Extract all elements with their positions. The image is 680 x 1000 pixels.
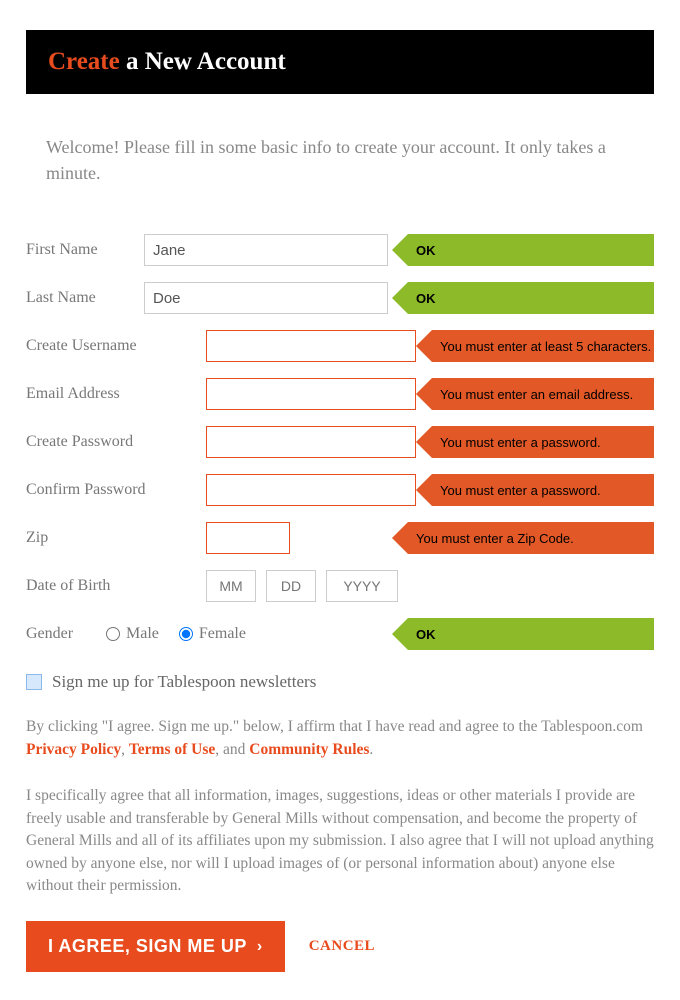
terms-of-use-link[interactable]: Terms of Use <box>129 741 215 758</box>
page-title-accent: Create <box>48 48 120 75</box>
gender-male-label: Male <box>126 625 159 643</box>
row-newsletter: Sign me up for Tablespoon newsletters <box>26 672 654 692</box>
legal-para-1: By clicking "I agree. Sign me up." below… <box>26 716 654 761</box>
arrow-icon <box>392 618 408 650</box>
row-first-name: First Name OK <box>26 226 654 274</box>
community-rules-link[interactable]: Community Rules <box>249 741 369 758</box>
page-title: Create a New Account <box>48 48 286 75</box>
status-first-name: OK <box>392 234 654 266</box>
signup-form: First Name OK Last Name OK Create Userna… <box>26 226 654 692</box>
password-input[interactable] <box>206 426 416 458</box>
label-gender: Gender <box>26 625 106 643</box>
newsletter-label: Sign me up for Tablespoon newsletters <box>52 672 316 692</box>
row-last-name: Last Name OK <box>26 274 654 322</box>
dob-year-input[interactable] <box>326 570 398 602</box>
dob-month-input[interactable] <box>206 570 256 602</box>
gender-radio-group: Male Female <box>106 625 260 643</box>
status-zip: You must enter a Zip Code. <box>392 522 654 554</box>
label-confirm-password: Confirm Password <box>26 481 206 499</box>
gender-male-radio[interactable] <box>106 627 120 641</box>
row-password: Create Password You must enter a passwor… <box>26 418 654 466</box>
legal-text: . <box>369 741 373 758</box>
confirm-password-input[interactable] <box>206 474 416 506</box>
row-gender: Gender Male Female OK <box>26 610 654 658</box>
dob-day-input[interactable] <box>266 570 316 602</box>
label-first-name: First Name <box>26 241 144 259</box>
arrow-icon <box>392 282 408 314</box>
legal-text: , and <box>215 741 249 758</box>
label-dob: Date of Birth <box>26 577 206 595</box>
row-email: Email Address You must enter an email ad… <box>26 370 654 418</box>
label-email: Email Address <box>26 385 206 403</box>
legal-text: By clicking "I agree. Sign me up." below… <box>26 718 643 735</box>
status-confirm-password: You must enter a password. <box>416 474 654 506</box>
arrow-icon <box>392 234 408 266</box>
label-zip: Zip <box>26 529 206 547</box>
dob-group <box>206 570 398 602</box>
chevron-right-icon: › <box>257 938 263 956</box>
arrow-icon <box>416 378 432 410</box>
label-last-name: Last Name <box>26 289 144 307</box>
welcome-text: Welcome! Please fill in some basic info … <box>46 134 634 186</box>
gender-female-label: Female <box>199 625 246 643</box>
status-last-name: OK <box>392 282 654 314</box>
row-confirm-password: Confirm Password You must enter a passwo… <box>26 466 654 514</box>
row-username: Create Username You must enter at least … <box>26 322 654 370</box>
cancel-link[interactable]: CANCEL <box>309 938 375 955</box>
last-name-input[interactable] <box>144 282 388 314</box>
zip-input[interactable] <box>206 522 290 554</box>
status-username: You must enter at least 5 characters. <box>416 330 654 362</box>
arrow-icon <box>416 426 432 458</box>
newsletter-checkbox[interactable] <box>26 674 42 690</box>
row-dob: Date of Birth <box>26 562 654 610</box>
status-text: You must enter a password. <box>432 474 654 506</box>
submit-button-label: I AGREE, SIGN ME UP <box>48 936 247 957</box>
status-text: You must enter a Zip Code. <box>408 522 654 554</box>
label-username: Create Username <box>26 337 206 355</box>
submit-button[interactable]: I AGREE, SIGN ME UP › <box>26 921 285 972</box>
legal-para-2: I specifically agree that all informatio… <box>26 785 654 897</box>
email-input[interactable] <box>206 378 416 410</box>
status-email: You must enter an email address. <box>416 378 654 410</box>
privacy-policy-link[interactable]: Privacy Policy <box>26 741 121 758</box>
label-password: Create Password <box>26 433 206 451</box>
first-name-input[interactable] <box>144 234 388 266</box>
page-title-rest: a New Account <box>120 48 286 75</box>
arrow-icon <box>392 522 408 554</box>
status-text: You must enter a password. <box>432 426 654 458</box>
status-text: You must enter at least 5 characters. <box>432 330 654 362</box>
status-text: You must enter an email address. <box>432 378 654 410</box>
status-text: OK <box>408 282 654 314</box>
status-password: You must enter a password. <box>416 426 654 458</box>
page-header: Create a New Account <box>26 30 654 94</box>
status-gender: OK <box>392 618 654 650</box>
arrow-icon <box>416 330 432 362</box>
actions-row: I AGREE, SIGN ME UP › CANCEL <box>26 921 654 972</box>
arrow-icon <box>416 474 432 506</box>
gender-female-radio[interactable] <box>179 627 193 641</box>
status-text: OK <box>408 234 654 266</box>
row-zip: Zip You must enter a Zip Code. <box>26 514 654 562</box>
username-input[interactable] <box>206 330 416 362</box>
legal-text: , <box>121 741 129 758</box>
status-text: OK <box>408 618 654 650</box>
